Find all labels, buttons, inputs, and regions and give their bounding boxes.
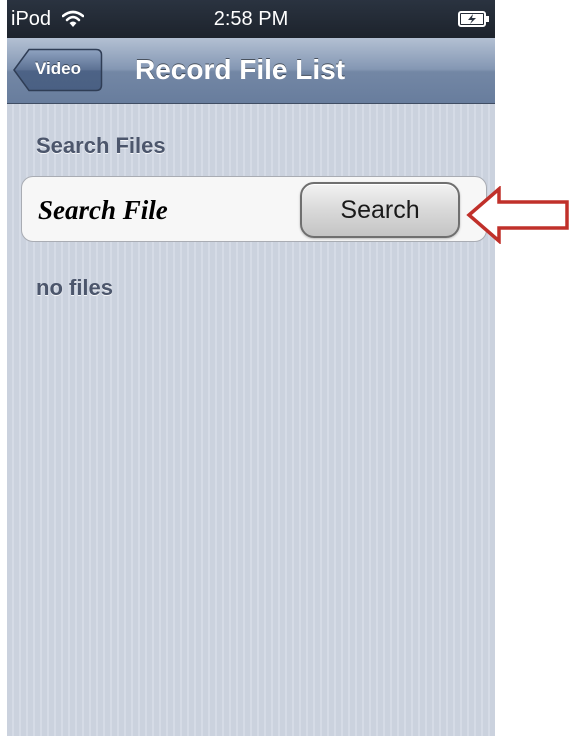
search-file-label: Search File [38, 195, 168, 225]
phone-screen: iPod 2:58 PM Video Record File List Sear… [7, 0, 495, 736]
navigation-bar: Video Record File List [7, 38, 495, 104]
section-header: Search Files [36, 133, 166, 158]
status-time: 2:58 PM [213, 8, 289, 30]
search-file-row: Search File Search [21, 176, 487, 242]
search-button[interactable]: Search [300, 182, 460, 238]
page-title: Record File List [135, 54, 346, 85]
status-bar: iPod 2:58 PM [7, 0, 495, 38]
battery-charging-icon [458, 11, 489, 27]
empty-list-message: no files [36, 275, 114, 300]
back-button[interactable]: Video [13, 48, 103, 92]
left-arrow-icon [466, 186, 569, 244]
back-button-label: Video [35, 59, 81, 78]
